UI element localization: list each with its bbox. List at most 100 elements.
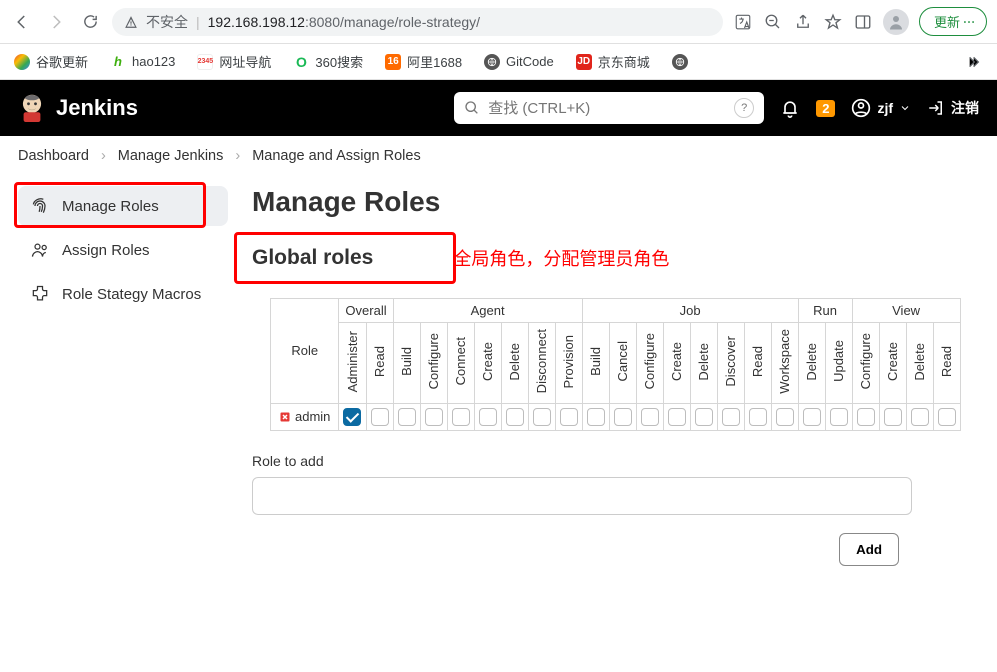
perm-checkbox[interactable] (884, 408, 902, 426)
jenkins-logo-icon (18, 91, 46, 125)
sidebar: Manage Roles Assign Roles Role Stategy M… (18, 186, 228, 318)
notification-badge[interactable]: 2 (816, 100, 835, 117)
role-name-cell: admin (271, 403, 339, 430)
perm-group-header: Run (798, 299, 852, 323)
perm-header: Delete (690, 323, 717, 404)
bookmark-item[interactable]: O360搜索 (293, 52, 363, 71)
perm-header: Configure (636, 323, 663, 404)
logout-icon (927, 99, 945, 117)
brand-text: Jenkins (56, 95, 138, 121)
sidebar-item-strategy-macros[interactable]: Role Stategy Macros (18, 274, 228, 314)
sidebar-item-label: Role Stategy Macros (62, 286, 201, 303)
crumb-item[interactable]: Manage Jenkins (118, 148, 224, 164)
perm-checkbox[interactable] (911, 408, 929, 426)
perm-group-header: View (852, 299, 960, 323)
perm-checkbox[interactable] (803, 408, 821, 426)
perm-cell (690, 403, 717, 430)
bookmark-item[interactable]: hhao123 (110, 54, 175, 70)
perm-checkbox[interactable] (938, 408, 956, 426)
address-bar[interactable]: 不安全 | 192.168.198.12:8080/manage/role-st… (112, 8, 723, 36)
perm-header: Build (582, 323, 609, 404)
sidebar-item-assign-roles[interactable]: Assign Roles (18, 230, 228, 270)
bookmark-item[interactable]: JD京东商城 (576, 52, 650, 71)
perm-header: Build (393, 323, 420, 404)
perm-checkbox[interactable] (695, 408, 713, 426)
share-icon[interactable] (793, 12, 813, 32)
search-hint-icon: ? (734, 98, 754, 118)
perm-cell (420, 403, 447, 430)
perm-header: Create (879, 323, 906, 404)
perm-checkbox[interactable] (452, 408, 470, 426)
crumb-item[interactable]: Manage and Assign Roles (252, 148, 420, 164)
crumb-item[interactable]: Dashboard (18, 148, 89, 164)
update-button[interactable]: 更新 (919, 7, 987, 36)
search-input[interactable] (488, 100, 726, 117)
perm-checkbox[interactable] (479, 408, 497, 426)
perm-checkbox[interactable] (506, 408, 524, 426)
logout-button[interactable]: 注销 (927, 98, 979, 118)
notifications[interactable] (780, 98, 800, 118)
perm-cell (663, 403, 690, 430)
search-icon (464, 100, 480, 116)
delete-icon[interactable] (279, 411, 293, 425)
chevron-right-icon: › (235, 148, 240, 164)
perm-header: Read (933, 323, 960, 404)
perm-checkbox[interactable] (560, 408, 578, 426)
perm-header: Delete (906, 323, 933, 404)
perm-checkbox[interactable] (425, 408, 443, 426)
perm-cell (744, 403, 771, 430)
perm-checkbox[interactable] (830, 408, 848, 426)
perm-cell (852, 403, 879, 430)
chevron-right-icon: › (101, 148, 106, 164)
translate-icon[interactable] (733, 12, 753, 32)
bookmark-item[interactable]: 16阿里1688 (385, 52, 462, 71)
perm-cell (636, 403, 663, 430)
perm-checkbox[interactable] (668, 408, 686, 426)
perm-checkbox[interactable] (343, 408, 361, 426)
perm-checkbox[interactable] (398, 408, 416, 426)
perm-cell (906, 403, 933, 430)
reload-button[interactable] (78, 10, 102, 34)
update-label: 更新 (934, 12, 960, 31)
perm-checkbox[interactable] (776, 408, 794, 426)
star-icon[interactable] (823, 12, 843, 32)
bookmarks-overflow[interactable] (963, 52, 983, 72)
zoom-out-icon[interactable] (763, 12, 783, 32)
perm-checkbox[interactable] (722, 408, 740, 426)
perm-checkbox[interactable] (587, 408, 605, 426)
search-box[interactable]: ? (454, 92, 764, 124)
forward-button[interactable] (44, 10, 68, 34)
url-text: 192.168.198.12:8080/manage/role-strategy… (208, 14, 480, 30)
perm-checkbox[interactable] (857, 408, 875, 426)
bookmarks-bar: 谷歌更新 hhao123 2345网址导航 O360搜索 16阿里1688 Gi… (0, 44, 997, 80)
perm-checkbox[interactable] (533, 408, 551, 426)
perm-header: Discover (717, 323, 744, 404)
user-menu[interactable]: zjf (851, 98, 911, 118)
bookmark-item[interactable] (672, 54, 688, 70)
perm-checkbox[interactable] (614, 408, 632, 426)
perm-checkbox[interactable] (749, 408, 767, 426)
bookmark-item[interactable]: 2345网址导航 (197, 52, 271, 71)
main-content: Manage Roles Global roles 全局角色，分配管理员角色 R… (252, 186, 979, 566)
add-button[interactable]: Add (839, 533, 899, 566)
profile-avatar[interactable] (883, 9, 909, 35)
jenkins-logo[interactable]: Jenkins (18, 91, 138, 125)
browser-toolbar: 不安全 | 192.168.198.12:8080/manage/role-st… (0, 0, 997, 44)
sidebar-item-manage-roles[interactable]: Manage Roles (18, 186, 228, 226)
role-to-add-input[interactable] (252, 477, 912, 515)
user-name: zjf (877, 100, 893, 116)
perm-header: Connect (447, 323, 474, 404)
panel-icon[interactable] (853, 12, 873, 32)
fingerprint-icon (30, 196, 50, 216)
perm-checkbox[interactable] (641, 408, 659, 426)
bookmark-item[interactable]: 谷歌更新 (14, 52, 88, 71)
bookmark-item[interactable]: GitCode (484, 54, 554, 70)
perm-checkbox[interactable] (371, 408, 389, 426)
user-icon (851, 98, 871, 118)
page-title: Manage Roles (252, 186, 979, 218)
perm-header: Provision (555, 323, 582, 404)
table-row: admin (271, 403, 961, 430)
insecure-icon (124, 15, 138, 29)
back-button[interactable] (10, 10, 34, 34)
perm-cell (798, 403, 825, 430)
